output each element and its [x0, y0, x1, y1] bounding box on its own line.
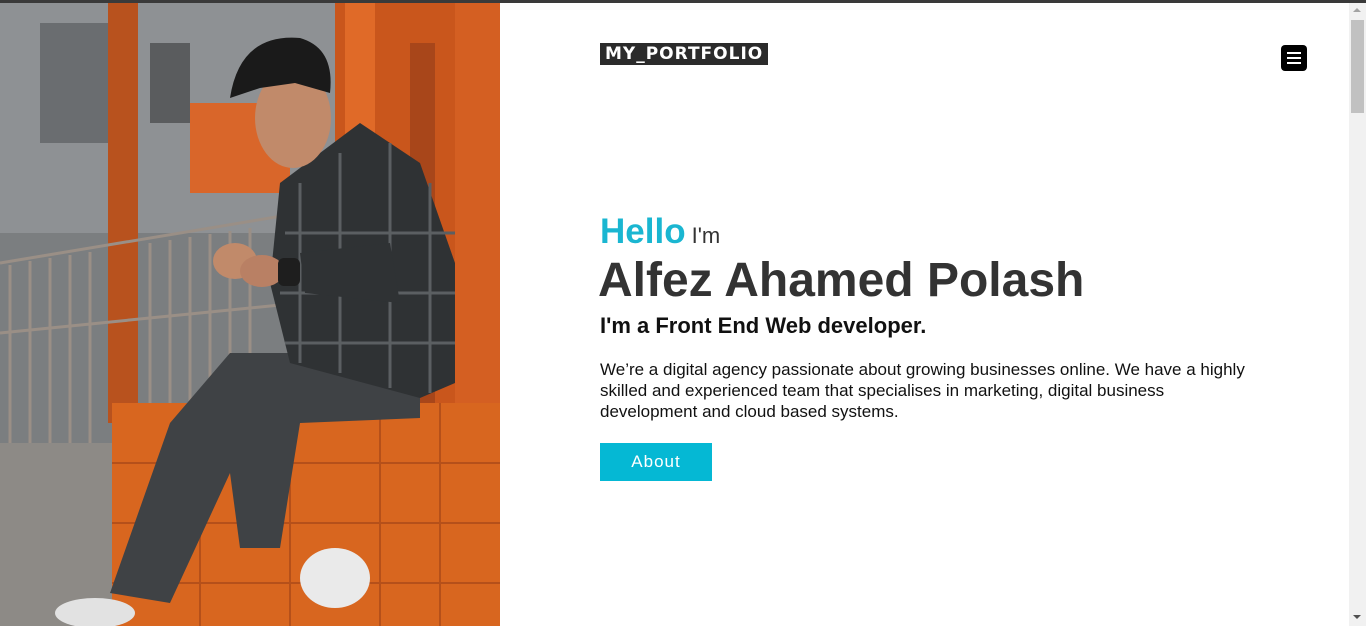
hero-section: MY_PORTFOLIO Hello I'm Alfez Ahamed Polas…	[500, 3, 1349, 626]
menu-bar	[1287, 57, 1301, 59]
menu-bar	[1287, 52, 1301, 54]
page-scrollbar[interactable]	[1349, 3, 1366, 626]
scroll-thumb[interactable]	[1351, 20, 1364, 113]
hamburger-menu-icon[interactable]	[1281, 45, 1307, 71]
person-name: Alfez Ahamed Polash	[598, 254, 1085, 307]
hero-description: We’re a digital agency passionate about …	[600, 360, 1245, 421]
menu-bar	[1287, 62, 1301, 64]
scroll-up-arrow-icon[interactable]	[1353, 8, 1361, 12]
greeting-hello: Hello	[600, 212, 686, 251]
greeting-line: Hello I'm	[600, 212, 720, 252]
about-button[interactable]: About	[600, 443, 712, 481]
greeting-suffix: I'm	[691, 223, 721, 248]
portrait-photo	[0, 3, 500, 626]
brand-logo[interactable]: MY_PORTFOLIO	[600, 43, 769, 65]
scroll-down-arrow-icon[interactable]	[1353, 615, 1361, 619]
role-subtitle: I'm a Front End Web developer.	[600, 313, 927, 338]
